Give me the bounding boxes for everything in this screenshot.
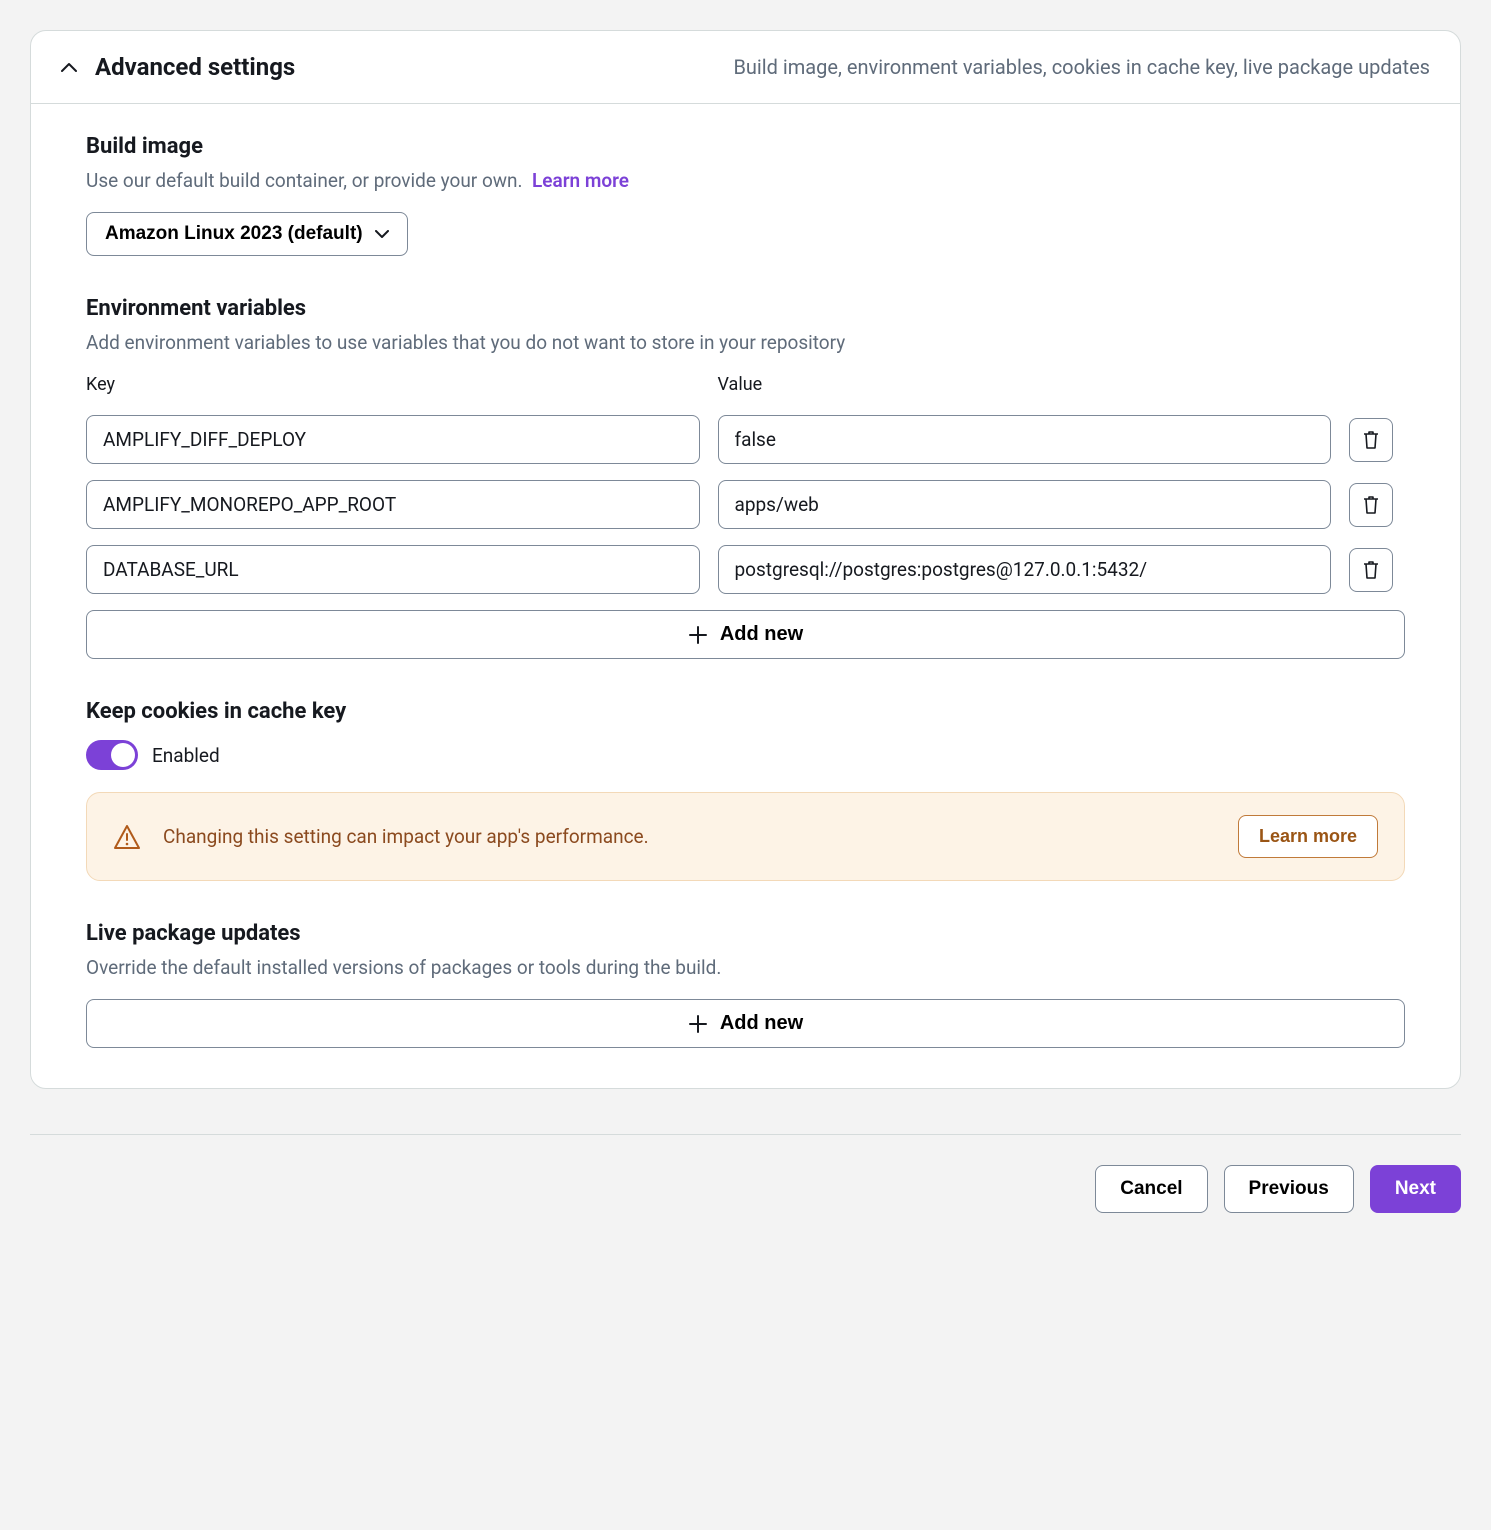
cookies-title: Keep cookies in cache key	[86, 699, 1405, 724]
build-image-desc: Use our default build container, or prov…	[86, 169, 1405, 192]
plus-icon	[688, 625, 708, 645]
build-image-desc-text: Use our default build container, or prov…	[86, 169, 523, 192]
build-image-section: Build image Use our default build contai…	[86, 134, 1405, 256]
footer-actions: Cancel Previous Next	[30, 1165, 1461, 1213]
trash-icon	[1361, 494, 1381, 516]
add-live-pkg-label: Add new	[720, 1012, 803, 1035]
live-pkg-section: Live package updates Override the defaul…	[86, 921, 1405, 1048]
panel-body: Build image Use our default build contai…	[31, 104, 1460, 1088]
env-value-header: Value	[718, 374, 1332, 395]
trash-icon	[1361, 559, 1381, 581]
footer-divider	[30, 1134, 1461, 1135]
panel-header[interactable]: Advanced settings Build image, environme…	[31, 31, 1460, 104]
alert-learn-more-button[interactable]: Learn more	[1238, 815, 1378, 858]
warning-icon	[113, 824, 141, 850]
add-env-var-button[interactable]: Add new	[86, 610, 1405, 659]
chevron-up-icon	[61, 62, 77, 72]
cookies-warning-alert: Changing this setting can impact your ap…	[86, 792, 1405, 881]
panel-title: Advanced settings	[95, 53, 295, 81]
previous-button[interactable]: Previous	[1224, 1165, 1354, 1213]
live-pkg-desc: Override the default installed versions …	[86, 956, 1405, 979]
delete-env-row-button[interactable]	[1349, 418, 1393, 462]
trash-icon	[1361, 429, 1381, 451]
cookies-toggle-row: Enabled	[86, 740, 1405, 770]
cookies-section: Keep cookies in cache key Enabled Changi…	[86, 699, 1405, 881]
delete-env-row-button[interactable]	[1349, 548, 1393, 592]
env-value-input[interactable]	[718, 545, 1332, 594]
env-key-input[interactable]	[86, 480, 700, 529]
env-vars-title: Environment variables	[86, 296, 1405, 321]
env-key-header: Key	[86, 374, 700, 395]
build-image-select[interactable]: Amazon Linux 2023 (default)	[86, 212, 408, 256]
env-vars-grid: Key Value	[86, 374, 1405, 594]
delete-env-row-button[interactable]	[1349, 483, 1393, 527]
env-vars-desc: Add environment variables to use variabl…	[86, 331, 1405, 354]
cookies-toggle-label: Enabled	[152, 744, 220, 767]
cancel-button[interactable]: Cancel	[1095, 1165, 1207, 1213]
toggle-knob	[111, 743, 135, 767]
build-image-learn-more-link[interactable]: Learn more	[532, 169, 629, 192]
plus-icon	[688, 1014, 708, 1034]
alert-text: Changing this setting can impact your ap…	[163, 825, 1216, 848]
env-value-input[interactable]	[718, 480, 1332, 529]
env-vars-section: Environment variables Add environment va…	[86, 296, 1405, 659]
env-key-input[interactable]	[86, 415, 700, 464]
cookies-toggle[interactable]	[86, 740, 138, 770]
advanced-settings-panel: Advanced settings Build image, environme…	[30, 30, 1461, 1089]
add-live-pkg-button[interactable]: Add new	[86, 999, 1405, 1048]
add-env-var-label: Add new	[720, 623, 803, 646]
chevron-down-icon	[375, 230, 389, 239]
live-pkg-title: Live package updates	[86, 921, 1405, 946]
build-image-title: Build image	[86, 134, 1405, 159]
next-button[interactable]: Next	[1370, 1165, 1461, 1213]
env-value-input[interactable]	[718, 415, 1332, 464]
panel-subtitle: Build image, environment variables, cook…	[733, 55, 1430, 79]
env-key-input[interactable]	[86, 545, 700, 594]
build-image-select-label: Amazon Linux 2023 (default)	[105, 223, 363, 245]
